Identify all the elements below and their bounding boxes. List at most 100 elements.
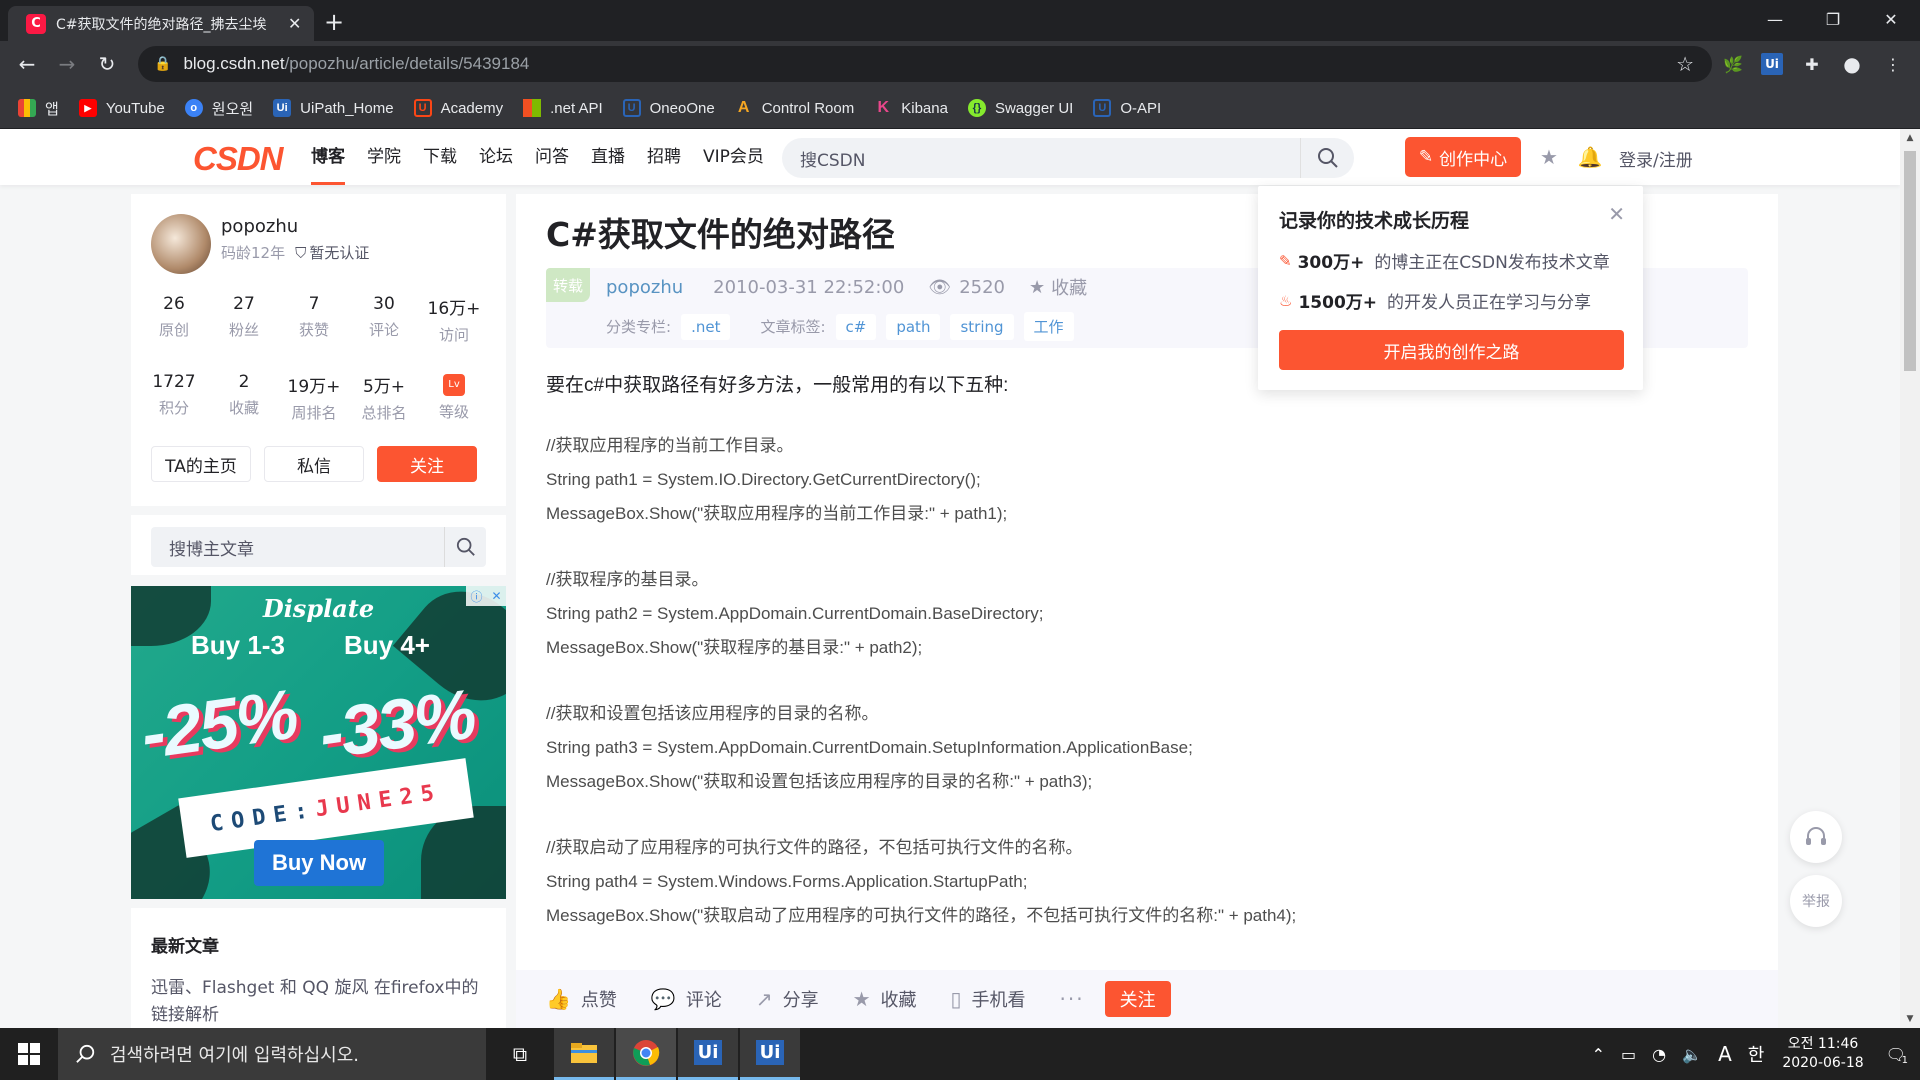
tab-close-icon[interactable]: ✕ (288, 14, 301, 33)
notification-count: 1 (1901, 1054, 1908, 1066)
displate-ad-banner[interactable]: Displate Buy 1-3 Buy 4+ -25% -33% CODE: J… (131, 586, 506, 899)
create-center-button[interactable]: ✎ 创作中心 (1405, 137, 1521, 177)
nav-forum[interactable]: 论坛 (479, 129, 513, 185)
author-name[interactable]: popozhu (221, 216, 298, 237)
close-window-icon[interactable]: ✕ (1862, 0, 1920, 38)
article-tag[interactable]: path (886, 313, 941, 340)
article-tag[interactable]: 工作 (1023, 312, 1074, 341)
notifications-icon[interactable]: 🗨 1 (1886, 1045, 1908, 1066)
file-explorer-icon[interactable] (554, 1028, 614, 1080)
chrome-icon[interactable] (616, 1028, 676, 1080)
scroll-up-icon[interactable]: ▲ (1900, 129, 1920, 147)
profile-icon[interactable]: ● (1841, 52, 1863, 76)
nav-academy[interactable]: 学院 (367, 129, 401, 185)
bookmark-wonone[interactable]: o 원오원 (184, 98, 253, 119)
bookmark-net-api[interactable]: .net API (523, 99, 603, 117)
nav-blog[interactable]: 博客 (311, 129, 345, 185)
tray-chevron-icon[interactable]: ⌃ (1592, 1045, 1605, 1064)
address-bar[interactable]: 🔒 blog.csdn.net /popozhu/article/details… (138, 46, 1712, 82)
extensions-puzzle-icon[interactable]: ✚ (1801, 53, 1823, 75)
ad-close-icon[interactable]: ✕ (491, 589, 501, 603)
private-message-button[interactable]: 私信 (264, 446, 364, 482)
clock[interactable]: 오전 11:46 2020-06-18 (1782, 1035, 1863, 1073)
bookmark-o-api[interactable]: U O-API (1093, 99, 1161, 117)
scroll-down-icon[interactable]: ▼ (1900, 1010, 1920, 1028)
browser-menu-icon[interactable]: ⋮ (1882, 53, 1904, 75)
more-icon[interactable]: ··· (1060, 987, 1085, 1011)
restore-icon[interactable]: ❐ (1804, 0, 1862, 38)
ime-icon[interactable]: 한 (1748, 1041, 1765, 1067)
input-mode-icon[interactable]: A (1718, 1042, 1732, 1066)
customer-service-headset-icon[interactable] (1790, 811, 1842, 863)
ad-info-icon[interactable]: ⓘ (470, 588, 482, 605)
login-register-link[interactable]: 登录/注册 (1619, 146, 1693, 171)
recent-article-link[interactable]: 迅雷、Flashget 和 QQ 旋风 在firefox中的链接解析 (151, 975, 486, 1029)
bookmark-uipath-home[interactable]: Ui UiPath_Home (273, 99, 394, 117)
category-tag[interactable]: .net (681, 313, 731, 340)
uipath-extension-icon[interactable]: Ui (1761, 53, 1783, 75)
share-button[interactable]: ↗ 分享 (756, 986, 819, 1012)
article-tag[interactable]: c# (835, 313, 877, 340)
scrollbar-thumb[interactable] (1904, 151, 1916, 371)
notification-bell-icon[interactable]: 🔔 (1578, 145, 1603, 169)
bookmark-oneoone[interactable]: U OneoOne (622, 99, 715, 117)
bookmark-star-icon[interactable]: ☆ (1676, 52, 1694, 76)
nav-download[interactable]: 下载 (423, 129, 457, 185)
report-button[interactable]: 举报 (1790, 875, 1842, 927)
search-icon[interactable] (444, 527, 486, 567)
back-icon[interactable]: ← (12, 49, 42, 79)
start-creating-button[interactable]: 开启我的创作之路 (1279, 330, 1624, 370)
bookmark-youtube[interactable]: ▶ YouTube (78, 99, 165, 117)
ad-brand: Displate (262, 594, 375, 623)
csdn-favicon-icon: C (26, 13, 46, 34)
article-tag[interactable]: string (950, 313, 1014, 340)
close-icon[interactable]: ✕ (1608, 202, 1625, 226)
follow-button[interactable]: 关注 (1104, 981, 1171, 1017)
browser-tab[interactable]: C C#获取文件的绝对路径_拂去尘埃 ✕ (8, 6, 314, 41)
like-button[interactable]: 👍 点赞 (546, 986, 617, 1012)
search-icon[interactable] (1300, 138, 1354, 178)
article-author-link[interactable]: popozhu (606, 277, 683, 298)
battery-icon[interactable]: ▭ (1621, 1045, 1636, 1064)
new-tab-icon[interactable]: + (324, 8, 344, 36)
article-views: 👁 2520 (928, 276, 1005, 298)
mobile-view-button[interactable]: ▯ 手机看 (951, 986, 1026, 1012)
forward-icon[interactable]: → (52, 49, 82, 79)
stat-level[interactable]: Lv 等级 (419, 372, 489, 423)
bookmark-control-room[interactable]: A Control Room (735, 99, 854, 117)
ad-buy-now-button[interactable]: Buy Now (254, 840, 384, 886)
uipath-studio-icon[interactable]: Ui (678, 1028, 738, 1080)
site-search-input[interactable]: 搜CSDN (782, 138, 1354, 178)
wifi-icon[interactable]: ◔ (1652, 1045, 1666, 1064)
nav-jobs[interactable]: 招聘 (647, 129, 681, 185)
stat-fans[interactable]: 27 粉丝 (209, 294, 279, 345)
shield-icon: ⛉ (295, 243, 307, 262)
avatar[interactable] (151, 214, 211, 274)
bookmark-kibana[interactable]: K Kibana (874, 99, 948, 117)
minimize-icon[interactable]: — (1746, 0, 1804, 38)
stat-original[interactable]: 26 原创 (139, 294, 209, 345)
blog-search-input[interactable]: 搜博主文章 (151, 527, 486, 567)
reload-icon[interactable]: ↻ (92, 49, 122, 79)
windows-start-icon[interactable] (0, 1028, 58, 1080)
favorite-button[interactable]: ★ 收藏 (853, 986, 917, 1012)
taskbar-search-input[interactable]: 검색하려면 여기에 입력하십시오. (58, 1028, 486, 1080)
page-scrollbar[interactable]: ▲ ▼ (1900, 129, 1920, 1028)
nav-vip[interactable]: VIP会员 (703, 129, 764, 185)
author-homepage-button[interactable]: TA的主页 (151, 446, 251, 482)
bookmark-swagger[interactable]: {} Swagger UI (967, 99, 1073, 117)
article-favorite-link[interactable]: ★ 收藏 (1029, 274, 1087, 300)
volume-icon[interactable]: 🔈 (1682, 1045, 1702, 1064)
favorites-star-icon[interactable]: ★ (1537, 145, 1561, 169)
extension-leaf-icon[interactable]: 🌿 (1722, 53, 1744, 75)
task-view-icon[interactable]: ⧉ (490, 1028, 550, 1080)
bookmark-apps[interactable]: 앱 (18, 98, 59, 119)
comment-button[interactable]: 💬 评论 (651, 986, 722, 1012)
uipath-robot-icon[interactable]: Ui (740, 1028, 800, 1080)
csdn-logo[interactable]: CSDN (193, 140, 284, 178)
bookmark-academy[interactable]: U Academy (413, 99, 503, 117)
nav-qa[interactable]: 问答 (535, 129, 569, 185)
nav-live[interactable]: 直播 (591, 129, 625, 185)
follow-author-button[interactable]: 关注 (377, 446, 477, 482)
ad-choices[interactable]: ⓘ ✕ (466, 586, 506, 606)
